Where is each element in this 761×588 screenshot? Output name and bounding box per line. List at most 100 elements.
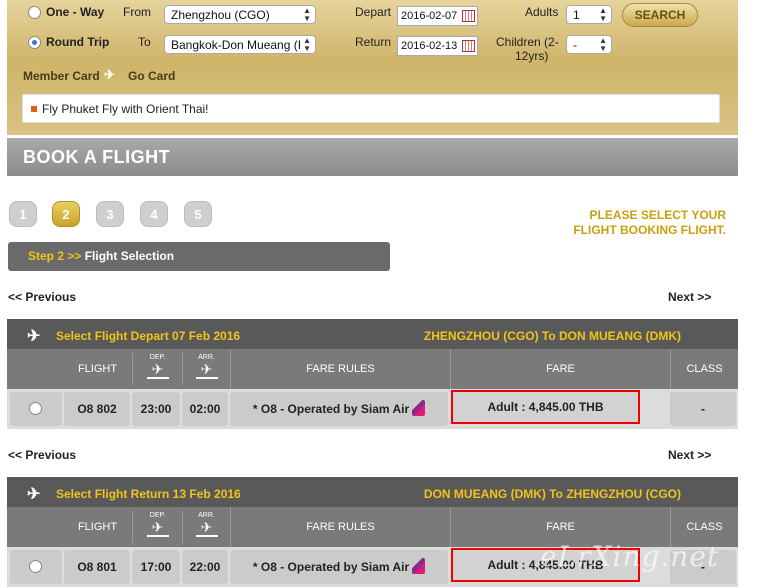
children-select[interactable]: - ▲ ▼ [566,35,612,54]
arrival-icon: ✈ [200,519,213,535]
col-dep-label: DEP. [149,512,166,519]
plane-icon: ✈ [27,486,41,503]
step-3[interactable]: 3 [96,201,124,227]
dep-time: 17:00 [132,550,180,584]
return-label: Return [355,35,392,49]
fare-rules[interactable]: * O8 - Operated by Siam Air [230,550,448,584]
promo-text: Fly Phuket Fly with Orient Thai! [42,102,209,116]
flight-number: O8 801 [64,550,130,584]
step-2[interactable]: 2 [52,201,80,227]
return-flight-radio[interactable] [29,560,42,573]
departure-icon: ✈ [151,519,164,535]
fare-rules[interactable]: * O8 - Operated by Siam Air [230,392,448,426]
adults-select[interactable]: 1 ▲ ▼ [566,5,612,24]
step-1[interactable]: 1 [9,201,37,227]
select-arrows-icon: ▲ ▼ [303,6,311,23]
col-flight: FLIGHT [77,363,118,375]
next-link[interactable]: Next >> [668,290,711,304]
col-arr: ARR. ✈ [182,511,230,543]
radio-cell [10,550,62,584]
col-fare-rules: FARE RULES [230,507,450,547]
from-label: From [123,5,151,19]
col-arr-label: ARR. [198,512,215,519]
col-arr: ARR. ✈ [182,353,230,385]
col-dep: DEP. ✈ [132,353,182,385]
fare-value: Adult : 4,845.00 THB [451,390,640,424]
arr-time: 22:00 [182,550,228,584]
adults-value: 1 [573,8,580,22]
return-date-value: 2016-02-13 [401,40,458,52]
depart-date-input[interactable]: 2016-02-07 [397,6,478,26]
col-flight: FLIGHT [77,521,118,533]
step-title: Flight Selection [84,249,175,263]
depart-section-header: ✈ Select Flight Depart 07 Feb 2016 ZHENG… [7,319,738,351]
next-link-2[interactable]: Next >> [668,448,711,462]
col-dep: DEP. ✈ [132,511,182,543]
children-label-line2: 12yrs) [515,49,549,63]
fare-cell: Adult : 4,845.00 THB [450,390,668,426]
class-value: - [670,392,736,426]
depart-flight-radio[interactable] [29,402,42,415]
watermark: eLrXing.net [540,540,720,573]
col-fare-rules: FARE RULES [230,349,450,389]
departure-icon: ✈ [151,361,164,377]
one-way-label: One - Way [46,5,105,19]
step-prefix: Step 2 >> [28,249,82,263]
step-4[interactable]: 4 [140,201,168,227]
previous-link[interactable]: << Previous [8,290,76,304]
calendar-icon[interactable] [462,10,475,22]
depart-section-title: Select Flight Depart 07 Feb 2016 [56,329,241,343]
children-label-line1: Children (2- [496,35,559,49]
siam-air-logo-icon [412,400,426,416]
to-select[interactable]: Bangkok-Don Mueang (I ▲ ▼ [164,35,316,54]
instruction-line2: FLIGHT BOOKING FLIGHT. [573,223,726,237]
one-way-radio[interactable] [28,6,41,19]
select-arrows-icon: ▲ ▼ [599,36,607,53]
return-section-title: Select Flight Return 13 Feb 2016 [56,487,241,501]
round-trip-radio[interactable] [28,36,41,49]
return-date-input[interactable]: 2016-02-13 [397,36,478,56]
return-section-header: ✈ Select Flight Return 13 Feb 2016 DON M… [7,477,738,509]
col-class: CLASS [670,349,738,389]
depart-date-value: 2016-02-07 [401,10,458,22]
arrival-icon: ✈ [200,361,213,377]
children-label: Children (2- 12yrs) [496,35,559,63]
to-label: To [138,35,151,49]
select-arrows-icon: ▲ ▼ [599,6,607,23]
round-trip-label: Round Trip [46,35,110,49]
radio-cell [10,392,62,426]
depart-flight-row: O8 802 23:00 02:00 * O8 - Operated by Si… [7,389,738,429]
from-value: Zhengzhou (CGO) [171,8,270,22]
fare-rules-text: * O8 - Operated by Siam Air [252,560,410,574]
plane-icon: ✈ [27,328,41,345]
from-select[interactable]: Zhengzhou (CGO) ▲ ▼ [164,5,316,24]
return-route: DON MUEANG (DMK) To ZHENGZHOU (CGO) [423,487,681,501]
arr-time: 02:00 [182,392,228,426]
to-value: Bangkok-Don Mueang (I [171,38,302,52]
plane-icon: ✈ [104,67,115,82]
children-value: - [573,38,577,52]
siam-air-logo-icon [412,558,426,574]
col-arr-label: ARR. [198,354,215,361]
depart-label: Depart [355,5,392,19]
instruction-line1: PLEASE SELECT YOUR [589,208,726,222]
go-card-link[interactable]: Go Card [128,69,175,83]
search-button[interactable]: SEARCH [622,3,698,27]
select-arrows-icon: ▲ ▼ [303,36,311,53]
step-bar: Step 2 >> Flight Selection [8,242,390,271]
depart-table-header: FLIGHT DEP. ✈ ARR. ✈ FARE RULES FARE CLASS [7,349,738,389]
member-card-label: Member Card [23,69,100,83]
dep-time: 23:00 [132,392,180,426]
col-dep-label: DEP. [149,354,166,361]
book-flight-title: BOOK A FLIGHT [7,138,738,176]
adults-label: Adults [525,5,559,19]
depart-route: ZHENGZHOU (CGO) To DON MUEANG (DMK) [423,329,681,343]
col-fare: FARE [450,349,670,389]
flight-number: O8 802 [64,392,130,426]
fare-rules-text: * O8 - Operated by Siam Air [252,402,410,416]
step-5[interactable]: 5 [184,201,212,227]
instruction-text: PLEASE SELECT YOUR FLIGHT BOOKING FLIGHT. [560,208,726,238]
calendar-icon[interactable] [462,40,475,52]
previous-link-2[interactable]: << Previous [8,448,76,462]
promo-banner[interactable]: Fly Phuket Fly with Orient Thai! [22,94,720,123]
